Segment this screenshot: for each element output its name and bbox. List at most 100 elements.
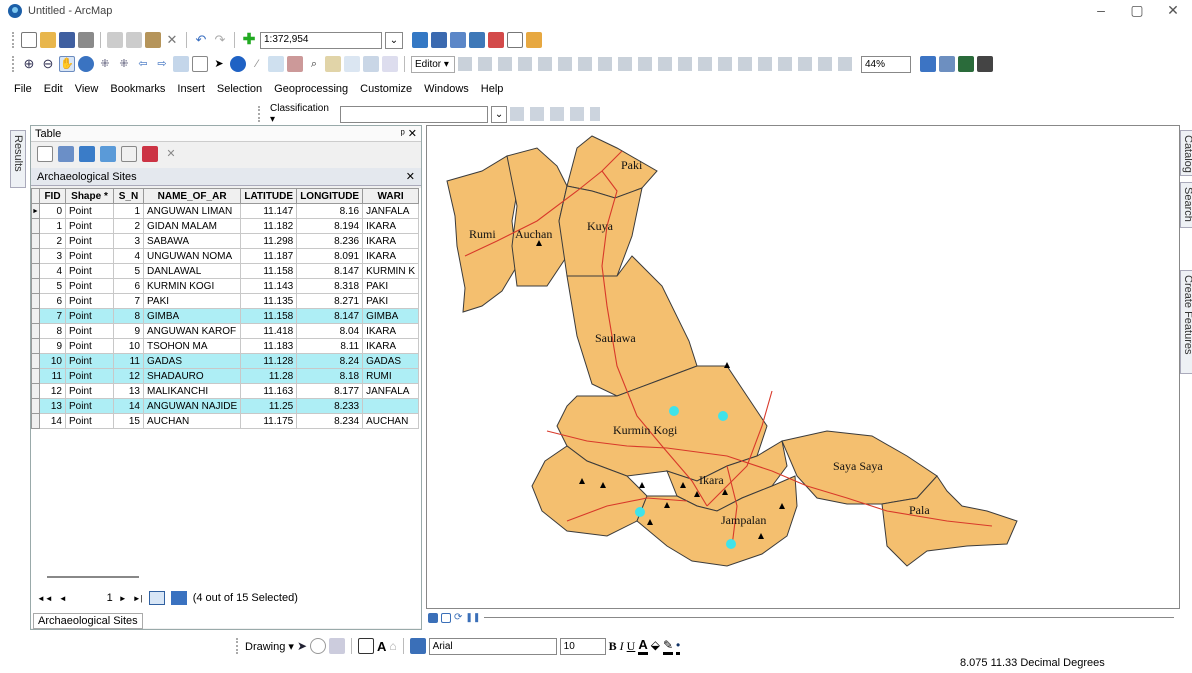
scale-dropdown-icon[interactable]: ⌄ — [385, 31, 403, 49]
paste-icon[interactable] — [145, 32, 161, 48]
table-cell[interactable]: 8.318 — [296, 278, 364, 294]
table-row[interactable]: 10 Point 11 GADAS 11.128 8.24 GADAS — [31, 353, 419, 369]
row-selector[interactable] — [31, 233, 40, 249]
focus-data-frame-icon[interactable] — [958, 56, 974, 72]
zoom-percent-input[interactable]: 44% — [861, 55, 911, 73]
table-cell[interactable]: 2 — [39, 233, 66, 249]
table-cell[interactable]: 15 — [113, 413, 144, 429]
table-cell[interactable]: 8.236 — [296, 233, 364, 249]
table-cell[interactable]: GADAS — [362, 353, 419, 369]
table-cell[interactable]: Point — [65, 308, 114, 324]
results-side-tab[interactable]: Results — [10, 130, 26, 188]
table-of-contents-icon[interactable] — [431, 32, 447, 48]
select-elements-icon[interactable]: ➤ — [211, 56, 227, 72]
table-cell[interactable]: 12 — [39, 383, 66, 399]
table-cell[interactable]: 12 — [113, 368, 144, 384]
select-elements-arrow-icon[interactable]: ➤ — [297, 639, 307, 653]
table-cell[interactable]: AUCHAN — [142, 413, 242, 429]
select-features-icon[interactable] — [173, 56, 189, 72]
table-cell[interactable]: Point — [65, 383, 114, 399]
toolbar-grip[interactable] — [12, 56, 15, 72]
fixed-zoom-in-icon[interactable]: ⁜ — [97, 56, 113, 72]
next-record-button[interactable]: ► — [119, 594, 127, 603]
table-cell[interactable]: 8 — [39, 323, 66, 339]
row-selector[interactable] — [31, 308, 40, 324]
column-header-name-of-ar[interactable]: NAME_OF_AR — [142, 188, 242, 204]
table-cell[interactable]: 1 — [113, 203, 144, 219]
row-selector[interactable] — [31, 383, 40, 399]
menu-edit[interactable]: Edit — [38, 83, 69, 95]
table-cell[interactable]: IKARA — [362, 248, 419, 264]
table-row[interactable]: 2 Point 3 SABAWA 11.298 8.236 IKARA — [31, 233, 419, 249]
change-layout-icon[interactable] — [977, 56, 993, 72]
show-all-records-icon[interactable] — [148, 591, 165, 605]
table-cell[interactable]: 7 — [39, 308, 66, 324]
row-selector[interactable] — [31, 263, 40, 279]
table-cell[interactable]: 6 — [39, 293, 66, 309]
table-cell[interactable]: 8.04 — [296, 323, 364, 339]
table-close-x-icon[interactable]: ✕ — [163, 146, 179, 162]
table-cell[interactable]: IKARA — [362, 233, 419, 249]
table-cell[interactable]: GIDAN MALAM — [142, 218, 242, 234]
measure-icon[interactable] — [287, 56, 303, 72]
table-cell[interactable]: 6 — [113, 278, 144, 294]
marker-color-icon[interactable]: • — [676, 638, 681, 655]
italic-button[interactable]: I — [620, 639, 624, 654]
catalog-window-icon[interactable] — [450, 32, 466, 48]
table-cell[interactable]: SABAWA — [142, 233, 242, 249]
table-cell[interactable]: 11 — [113, 353, 144, 369]
table-cell[interactable]: 11.182 — [240, 218, 298, 234]
table-cell[interactable]: PAKI — [142, 293, 242, 309]
editor-menu[interactable]: Editor ▾ — [411, 55, 455, 73]
find-icon[interactable]: ⌕ — [306, 56, 322, 72]
table-cell[interactable]: 11.158 — [240, 263, 298, 279]
table-cell[interactable]: 9 — [39, 338, 66, 354]
table-cell[interactable]: 11.183 — [240, 338, 298, 354]
menu-insert[interactable]: Insert — [171, 83, 211, 95]
search-side-tab[interactable]: Search — [1180, 182, 1192, 228]
table-cell[interactable]: 5 — [113, 263, 144, 279]
table-cell[interactable]: Point — [65, 248, 114, 264]
font-size-dropdown[interactable]: 10 — [559, 637, 606, 655]
current-record-field[interactable]: 1 — [73, 592, 113, 604]
table-cell[interactable]: KURMIN KOGI — [142, 278, 242, 294]
column-header-latitude[interactable]: LATITUDE — [240, 188, 298, 204]
classification-method-dropdown-icon[interactable]: ⌄ — [491, 105, 507, 123]
font-name-dropdown[interactable]: Arial — [428, 637, 557, 655]
editor-toolbar-icon[interactable] — [412, 32, 428, 48]
new-document-icon[interactable] — [21, 32, 37, 48]
row-selector[interactable] — [31, 398, 40, 414]
redo-icon[interactable]: ↷ — [212, 32, 228, 48]
arctoolbox-icon[interactable] — [488, 32, 504, 48]
table-row[interactable]: 8 Point 9 ANGUWAN KAROF 11.418 8.04 IKARA — [31, 323, 419, 339]
table-cell[interactable]: Point — [65, 398, 114, 414]
table-cell[interactable]: 7 — [113, 293, 144, 309]
table-cell[interactable]: Point — [65, 203, 114, 219]
table-cell[interactable]: 11.418 — [240, 323, 298, 339]
table-cell[interactable]: Point — [65, 293, 114, 309]
table-cell[interactable]: 8.24 — [296, 353, 364, 369]
full-extent-icon[interactable] — [78, 56, 94, 72]
switch-selection-icon[interactable] — [100, 146, 116, 162]
row-selector[interactable] — [31, 278, 40, 294]
menu-view[interactable]: View — [69, 83, 105, 95]
table-cell[interactable]: 10 — [113, 338, 144, 354]
menu-windows[interactable]: Windows — [418, 83, 475, 95]
column-header-s-n[interactable]: S_N — [113, 188, 144, 204]
table-cell[interactable]: 9 — [113, 323, 144, 339]
menu-bookmarks[interactable]: Bookmarks — [104, 83, 171, 95]
last-record-button[interactable]: ►| — [133, 594, 143, 603]
table-cell[interactable]: JANFALA — [362, 203, 419, 219]
table-cell[interactable]: MALIKANCHI — [142, 383, 242, 399]
table-cell[interactable]: 11.128 — [240, 353, 298, 369]
table-cell[interactable]: ANGUWAN KAROF — [142, 323, 242, 339]
row-selector[interactable] — [31, 248, 40, 264]
layout-view-icon[interactable] — [920, 56, 936, 72]
previous-record-button[interactable]: ◄ — [59, 594, 67, 603]
table-cell[interactable]: 3 — [113, 233, 144, 249]
row-selector[interactable] — [31, 338, 40, 354]
go-to-xy-icon[interactable] — [344, 56, 360, 72]
layout-view-switch-icon[interactable] — [441, 612, 451, 623]
classification-layer-dropdown[interactable] — [340, 105, 488, 123]
table-cell[interactable]: 8.194 — [296, 218, 364, 234]
